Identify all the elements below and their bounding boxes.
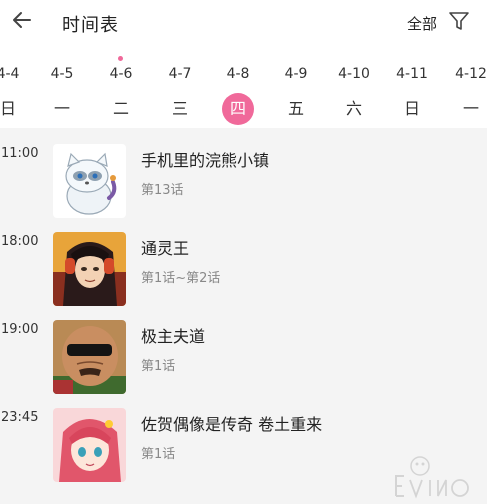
cover-thumbnail [53,320,126,394]
weekday-label: 二 [112,99,129,118]
arrow-left-icon [10,8,34,36]
filter-button[interactable] [446,10,472,36]
day-tab-4-8[interactable]: 4-8 四 [213,56,263,128]
air-time: 19:00 [1,322,39,337]
day-tab-4-11[interactable]: 4-11 日 [387,56,437,128]
weekday-label: 一 [53,99,70,118]
top-app-bar: 时间表 全部 [0,0,487,56]
selected-weekday-badge: 四 [222,93,254,125]
day-tab-4-7[interactable]: 4-7 三 [155,56,205,128]
schedule-row[interactable]: 19:00 极主夫道 第1话 [0,304,487,394]
anime-title: 佐贺偶像是传奇 卷土重来 [141,415,323,434]
day-tab-4-6[interactable]: 4-6 二 [96,56,146,128]
schedule-row[interactable]: 18:00 通灵王 第1话~第2话 [0,216,487,306]
weekday-label: 五 [287,99,304,118]
weekday-label: 日 [403,99,420,118]
anime-title: 极主夫道 [141,327,206,346]
episode-info: 第1话 [141,447,176,462]
episode-info: 第13话 [141,183,184,198]
day-date-label: 4-10 [338,66,370,82]
schedule-row[interactable]: 11:00 手机里的浣熊小镇 第13话 [0,128,487,218]
weekday-label: 一 [462,99,479,118]
cover-thumbnail [53,408,126,482]
day-date-label: 4-9 [284,66,308,82]
day-tab-4-9[interactable]: 4-9 五 [271,56,321,128]
filter-all-button[interactable]: 全部 [407,13,437,34]
weekday-label: 日 [0,99,16,118]
air-time: 11:00 [1,146,39,161]
day-date-label: 4-8 [226,66,250,82]
schedule-list: 11:00 手机里的浣熊小镇 第13话 18:00 通灵王 第1话~第2话 19… [0,128,487,504]
day-tab-4-4[interactable]: 4-4 日 [0,56,33,128]
page-title: 时间表 [62,15,119,36]
cover-thumbnail [53,144,126,218]
day-tab-4-12[interactable]: 4-12 一 [446,56,487,128]
day-date-label: 4-11 [396,66,428,82]
air-time: 18:00 [1,234,39,249]
day-date-label: 4-5 [50,66,74,82]
today-marker-dot [118,56,123,61]
back-button[interactable] [8,8,36,36]
date-selector: 4-4 日 4-5 一 4-6 二 4-7 三 4-8 四 4-9 五 4-10 六 4-11 日 4-12 一 [0,56,487,128]
day-date-label: 4-12 [455,66,487,82]
funnel-icon [448,10,470,36]
day-tab-4-10[interactable]: 4-10 六 [329,56,379,128]
anime-title: 手机里的浣熊小镇 [141,151,270,170]
day-date-label: 4-6 [109,66,133,82]
anime-title: 通灵王 [141,239,190,258]
weekday-label: 六 [345,99,362,118]
day-date-label: 4-7 [168,66,192,82]
episode-info: 第1话 [141,359,176,374]
episode-info: 第1话~第2话 [141,271,221,286]
air-time: 23:45 [1,410,39,425]
weekday-label: 三 [171,99,188,118]
cover-thumbnail [53,232,126,306]
day-date-label: 4-4 [0,66,20,82]
day-tab-4-5[interactable]: 4-5 一 [37,56,87,128]
watermark-logo [390,452,482,502]
